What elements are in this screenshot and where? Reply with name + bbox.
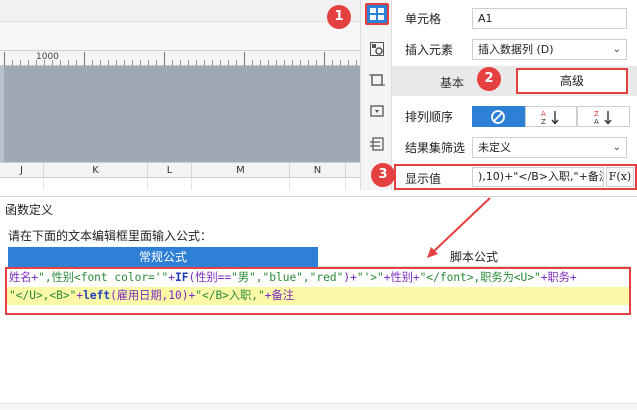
- svg-text:Z: Z: [541, 118, 546, 125]
- insert-element-select[interactable]: 插入数据列 (D) ⌄: [472, 39, 627, 60]
- cell-label: 单元格: [405, 12, 442, 26]
- chevron-down-icon: ⌄: [612, 44, 621, 55]
- sort-order-label: 排列顺序: [405, 110, 454, 124]
- column-headers: J K L M N: [0, 162, 360, 178]
- formula-token: "'>": [356, 271, 384, 284]
- dialog-prompt: 请在下面的文本编辑框里面输入公式：: [8, 229, 213, 243]
- formula-tabs: 常规公式 脚本公式: [8, 247, 630, 267]
- ruler: 1000: [0, 50, 360, 66]
- function-definition-dialog: 函数定义 请在下面的文本编辑框里面输入公式： 常规公式 脚本公式 姓名+",性别…: [0, 196, 637, 410]
- designer-toolbar: [0, 0, 360, 22]
- formula-editor-button[interactable]: F(x): [606, 167, 634, 187]
- sort-ascending-icon: AZ: [541, 110, 559, 125]
- column-header-k[interactable]: K: [44, 163, 148, 178]
- filter-label: 结果集筛选: [405, 141, 466, 155]
- cell-field[interactable]: A1: [472, 8, 627, 29]
- svg-text:A: A: [541, 110, 546, 118]
- widget-settings-icon[interactable]: [365, 38, 389, 60]
- insert-element-row: 插入元素 插入数据列 (D) ⌄: [392, 34, 637, 64]
- tab-script-formula[interactable]: 脚本公式: [318, 247, 630, 267]
- formula-token: +职务+: [540, 271, 577, 284]
- formula-token: "男","blue","red": [231, 271, 344, 284]
- sort-descending-button[interactable]: ZA: [577, 106, 631, 127]
- chevron-down-icon: ⌄: [612, 142, 621, 153]
- hyperlink-icon[interactable]: [365, 100, 389, 122]
- svg-text:Z: Z: [594, 110, 599, 118]
- formula-token: left: [83, 289, 111, 302]
- step-badge-2: 2: [477, 67, 501, 91]
- report-canvas[interactable]: [0, 66, 360, 162]
- table-layout-icon[interactable]: [365, 133, 389, 155]
- sheet-tabs-area: [0, 22, 360, 50]
- step-badge-3: 3: [371, 163, 395, 187]
- tab-advanced[interactable]: 高级: [516, 68, 628, 94]
- formula-token: ",性别<font color='": [38, 271, 169, 284]
- formula-editor[interactable]: 姓名+",性别<font color='"+IF(性别=="男","blue",…: [5, 267, 631, 315]
- filter-row: 结果集筛选 未定义 ⌄: [392, 132, 637, 162]
- panel-tabs: 基本 高级: [392, 66, 637, 96]
- cell-property-panel: 单元格 A1 插入元素 插入数据列 (D) ⌄ 基本 高级 排列顺序 AZ ZA…: [392, 0, 637, 190]
- formula-token: +性别+: [383, 271, 420, 284]
- no-sort-icon: [491, 109, 506, 124]
- sort-ascending-button[interactable]: AZ: [524, 106, 578, 127]
- dialog-footer: [0, 403, 637, 410]
- formula-token: "</font>,职务为<U>": [419, 271, 541, 284]
- step-badge-1: 1: [327, 5, 351, 29]
- formula-token: (雇用日期,10)+: [110, 289, 196, 302]
- cell-row: 单元格 A1: [392, 3, 637, 33]
- column-header-l[interactable]: L: [148, 163, 192, 178]
- cell-element-icon[interactable]: [365, 3, 389, 25]
- property-icon-strip: [360, 0, 392, 190]
- tab-regular-formula[interactable]: 常规公式: [8, 247, 318, 267]
- filter-select[interactable]: 未定义 ⌄: [472, 137, 627, 158]
- display-value-field[interactable]: ),10)+"</B>入职,"+备注: [472, 167, 604, 187]
- formula-token: IF: [175, 271, 189, 284]
- sort-order-row: 排列顺序 AZ ZA: [392, 101, 637, 131]
- sort-order-buttons: AZ ZA: [472, 106, 631, 127]
- column-header-m[interactable]: M: [192, 163, 290, 178]
- formula-line-2: "</U>,<B>"+left(雇用日期,10)+"</B>入职,"+备注: [7, 287, 629, 305]
- tab-basic[interactable]: 基本: [440, 74, 464, 91]
- formula-token: )+: [343, 271, 357, 284]
- formula-line-1: 姓名+",性别<font color='"+IF(性别=="男","blue",…: [7, 269, 629, 287]
- ruler-label: 1000: [36, 52, 59, 62]
- grid-row[interactable]: [0, 178, 360, 190]
- column-header-j[interactable]: J: [0, 163, 44, 178]
- formula-token: 姓名+: [9, 271, 39, 284]
- border-icon[interactable]: [365, 69, 389, 91]
- display-value-row: 显示值 ),10)+"</B>入职,"+备注 F(x): [394, 164, 637, 190]
- insert-element-value: 插入数据列 (D): [478, 43, 554, 56]
- column-header-n[interactable]: N: [290, 163, 346, 178]
- display-value-label: 显示值: [405, 172, 442, 186]
- no-sort-button[interactable]: [472, 106, 525, 127]
- formula-token: +备注: [264, 289, 294, 302]
- insert-element-label: 插入元素: [405, 43, 454, 57]
- sort-descending-icon: ZA: [594, 110, 612, 125]
- formula-token: "</U>,<B>": [9, 289, 77, 302]
- formula-token: (性别==: [188, 271, 232, 284]
- filter-value: 未定义: [478, 141, 511, 154]
- formula-token: "</B>入职,": [195, 289, 265, 302]
- svg-text:A: A: [594, 118, 599, 125]
- dialog-title: 函数定义: [5, 203, 54, 217]
